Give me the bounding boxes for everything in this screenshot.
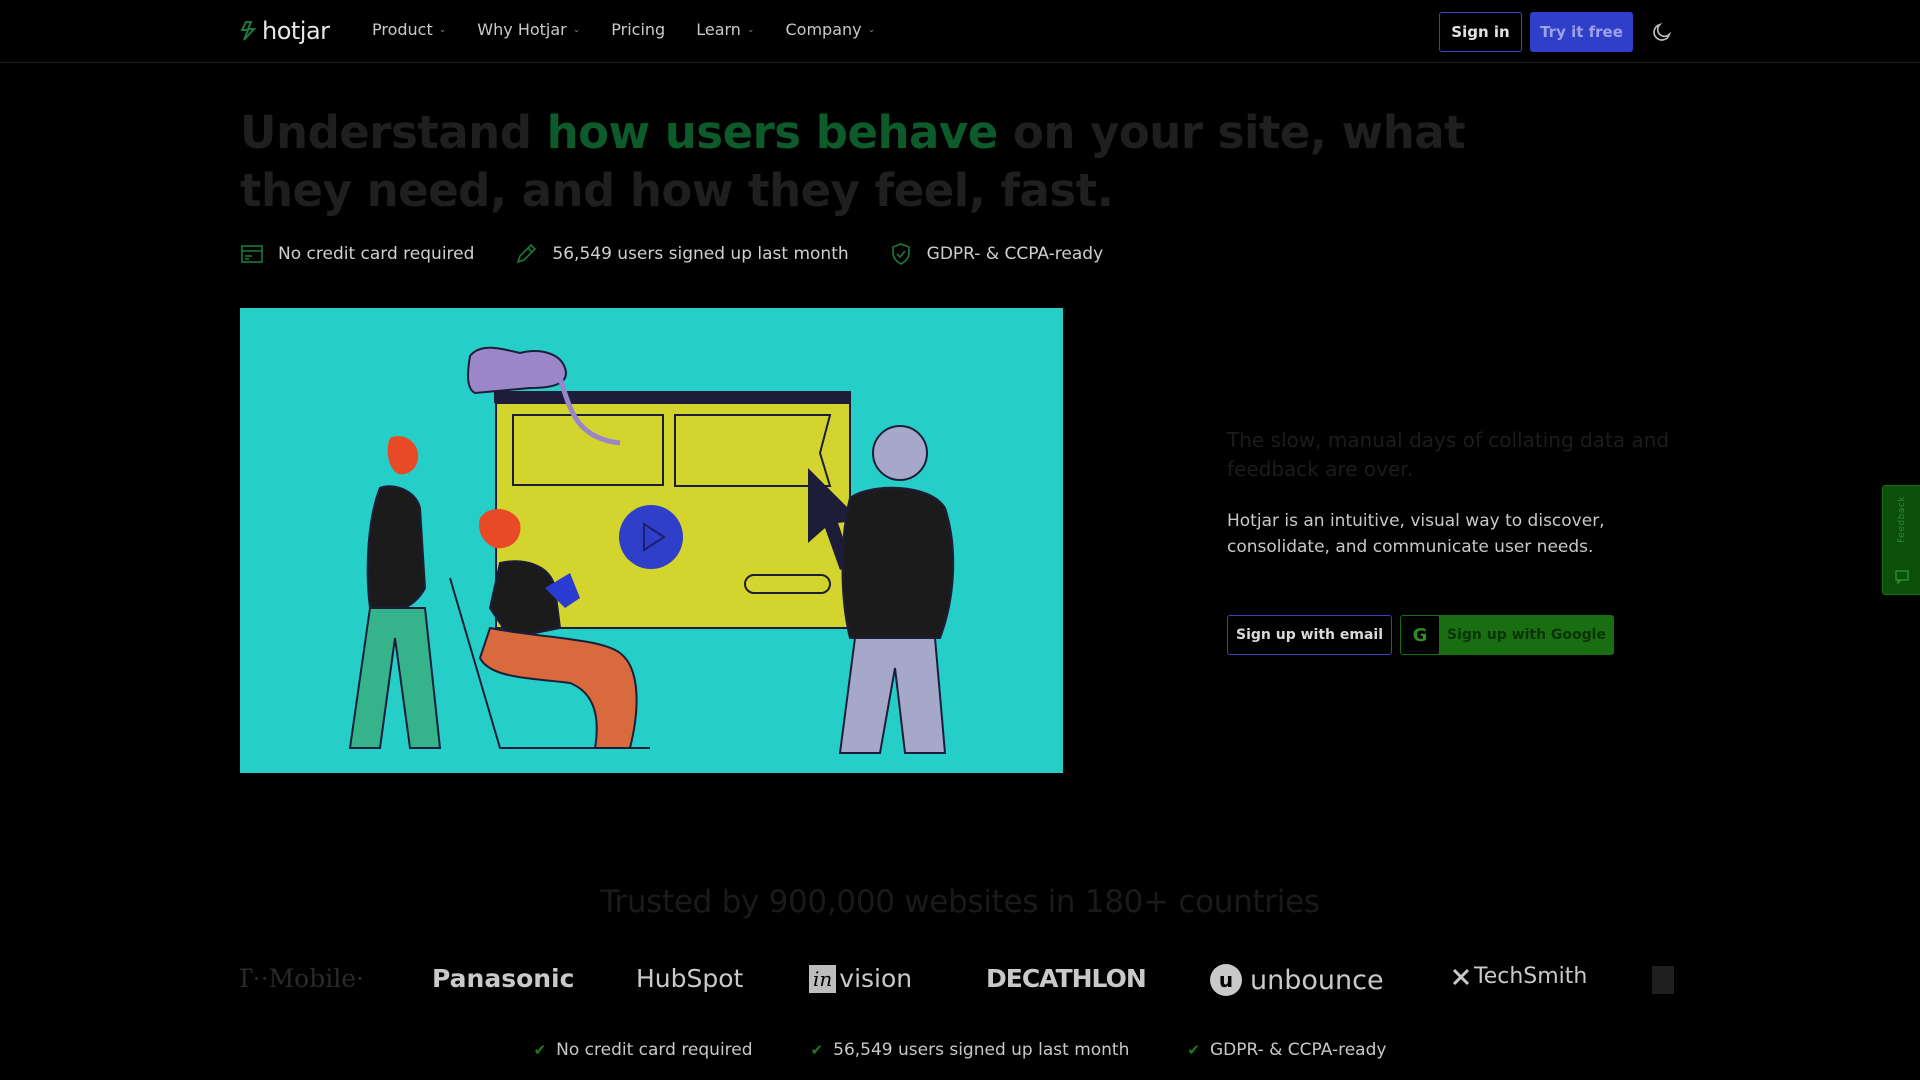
invision-wordmark: vision (839, 964, 913, 993)
sign-up-google-button[interactable]: G Sign up with Google (1400, 615, 1614, 655)
shield-check-icon (891, 243, 910, 265)
bottom-check-label: No credit card required (556, 1040, 753, 1060)
nav-pricing[interactable]: Pricing (611, 20, 665, 39)
techsmith-logo: TechSmith (1452, 964, 1587, 989)
credit-card-icon (241, 245, 263, 263)
badge-label: 56,549 users signed up last month (552, 244, 849, 264)
invision-mark: in (809, 964, 837, 993)
hero-description: Hotjar is an intuitive, visual way to di… (1227, 511, 1605, 557)
techsmith-wordmark: TechSmith (1474, 964, 1588, 989)
hero-headline: Understand how users behave on your site… (240, 104, 1480, 220)
feedback-chat-icon (1894, 570, 1909, 584)
hero-video[interactable] (240, 308, 1063, 773)
trusted-heading: Trusted by 900,000 websites in 180+ coun… (600, 884, 1320, 920)
nav-learn[interactable]: Learn ⌄ (696, 20, 754, 39)
bottom-check-item: ✔ 56,549 users signed up last month (811, 1040, 1130, 1060)
headline-part1: Understand (240, 106, 547, 159)
unbounce-logo: u unbounce (1210, 964, 1384, 996)
tmobile-logo: T··Mobile· (240, 964, 364, 993)
chevron-down-icon: ⌄ (746, 24, 755, 35)
bottom-check-label: 56,549 users signed up last month (833, 1040, 1130, 1060)
invision-logo: in vision (809, 964, 912, 993)
techsmith-mark-icon (1452, 968, 1470, 985)
badge-signups: 56,549 users signed up last month (514, 242, 849, 266)
decathlon-logo: DECATHLON (986, 964, 1147, 993)
try-it-free-button[interactable]: Try it free (1530, 12, 1633, 52)
customer-logos: T··Mobile· Panasonic HubSpot in vision D… (240, 958, 1680, 1000)
google-icon: G (1401, 616, 1439, 654)
chevron-down-icon: ⌄ (867, 24, 876, 35)
bottom-check-item: ✔ No credit card required (534, 1040, 753, 1060)
hero-subheading: The slow, manual days of collating data … (1227, 428, 1670, 481)
sign-up-email-button[interactable]: Sign up with email (1227, 615, 1392, 655)
feedback-tab-label: Feedback (1896, 496, 1907, 543)
theme-toggle[interactable] (1648, 18, 1676, 46)
badge-label: No credit card required (278, 244, 475, 264)
bottom-checks: ✔ No credit card required ✔ 56,549 users… (0, 1040, 1920, 1060)
top-nav: hotjar Product ⌄ Why Hotjar ⌄ Pricing Le… (0, 0, 1920, 63)
bottom-check-item: ✔ GDPR- & CCPA-ready (1187, 1040, 1386, 1060)
badge-label: GDPR- & CCPA-ready (926, 244, 1104, 264)
feedback-tab[interactable]: Feedback (1882, 485, 1920, 595)
chevron-down-icon: ⌄ (438, 24, 447, 35)
play-button-circle (619, 505, 683, 569)
hubspot-logo: HubSpot (636, 964, 744, 993)
pencil-icon (517, 243, 537, 264)
check-icon: ✔ (533, 1041, 547, 1059)
moon-icon (1653, 22, 1672, 41)
headline-accent: how users behave (546, 106, 999, 159)
nav-product-label: Product (372, 20, 433, 39)
window-topbar (494, 391, 851, 403)
bottom-check-label: GDPR- & CCPA-ready (1209, 1040, 1387, 1060)
panasonic-logo: Panasonic (432, 964, 575, 993)
hotjar-logo[interactable]: hotjar (240, 16, 330, 46)
nav-why-hotjar[interactable]: Why Hotjar ⌄ (477, 20, 580, 39)
partial-logo (1652, 966, 1674, 994)
nav-learn-label: Learn (696, 20, 741, 39)
google-button-label: Sign up with Google (1447, 627, 1606, 643)
logo-text: hotjar (262, 17, 330, 45)
nav-why-hotjar-label: Why Hotjar (477, 20, 567, 39)
check-icon: ✔ (1187, 1041, 1200, 1059)
chevron-down-icon: ⌄ (572, 24, 581, 35)
check-icon: ✔ (810, 1041, 824, 1059)
hero-illustration (348, 346, 955, 754)
nav-company[interactable]: Company ⌄ (785, 20, 875, 39)
nav-pricing-label: Pricing (611, 20, 666, 39)
hotjar-flame-icon (240, 21, 256, 41)
nav-product[interactable]: Product ⌄ (372, 20, 446, 39)
unbounce-mark: u (1210, 964, 1242, 996)
badge-gdpr: GDPR- & CCPA-ready (889, 242, 1103, 266)
nav-company-label: Company (785, 20, 862, 39)
unbounce-wordmark: unbounce (1250, 964, 1384, 996)
hero-badges: No credit card required 56,549 users sig… (240, 242, 1143, 266)
badge-no-credit-card: No credit card required (240, 242, 474, 266)
sign-in-button[interactable]: Sign in (1439, 12, 1522, 52)
nav-links: Product ⌄ Why Hotjar ⌄ Pricing Learn ⌄ C… (372, 20, 906, 39)
